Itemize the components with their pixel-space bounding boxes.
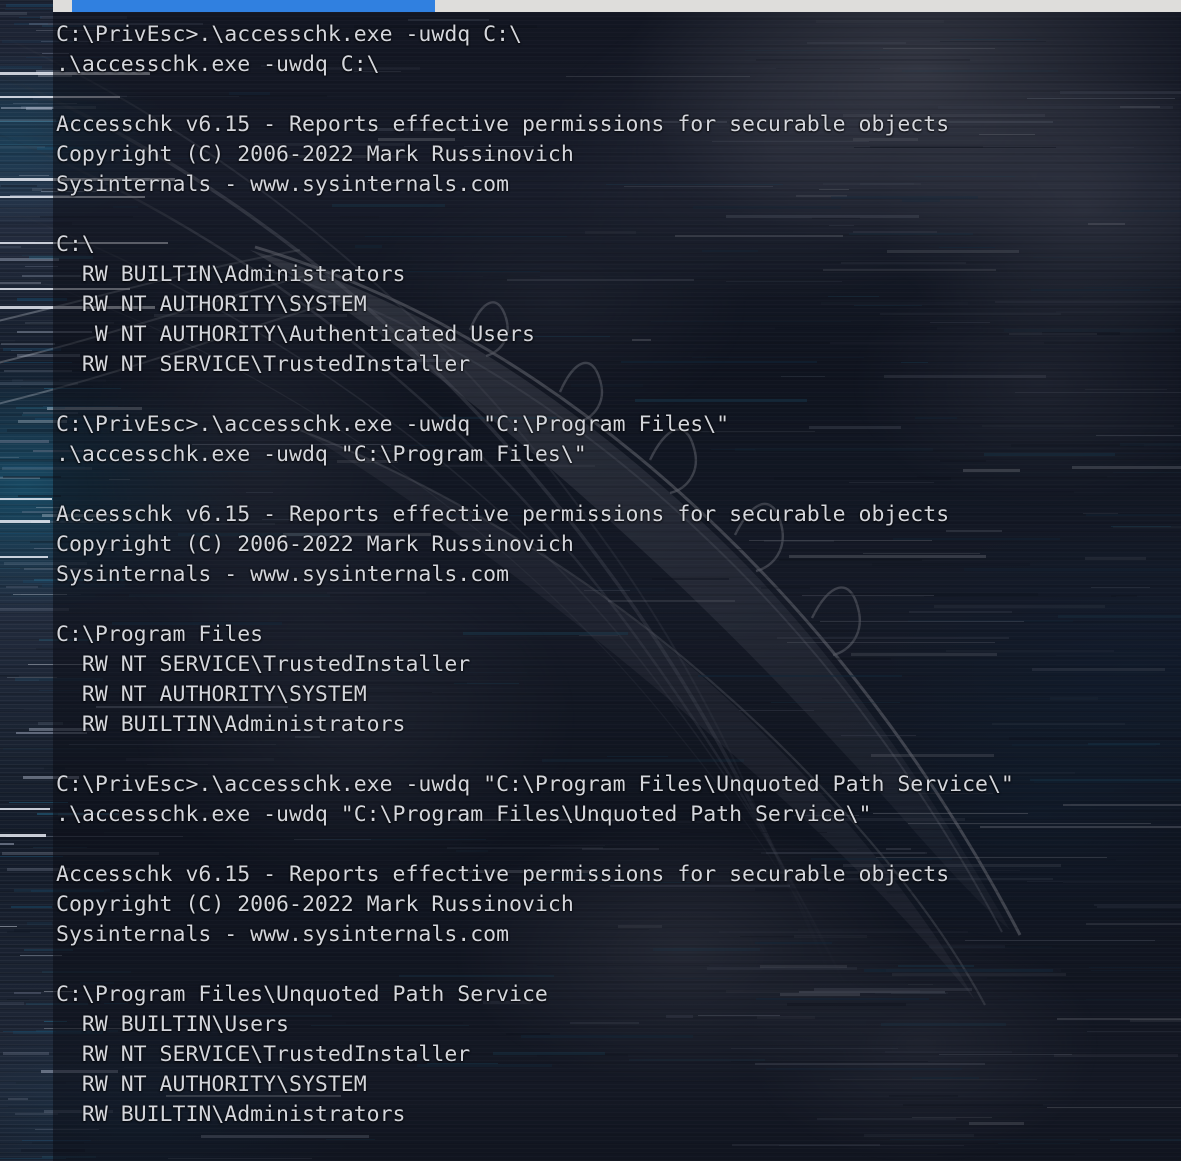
console-line: RW NT AUTHORITY\SYSTEM <box>56 292 367 317</box>
console-line: C:\ <box>56 232 95 257</box>
console-line: RW BUILTIN\Users <box>56 1012 289 1037</box>
progress-fill[interactable] <box>72 0 435 12</box>
console-line: RW NT SERVICE\TrustedInstaller <box>56 1042 471 1067</box>
console-line: RW BUILTIN\Administrators <box>56 1102 406 1127</box>
console-line: Accesschk v6.15 - Reports effective perm… <box>56 862 950 887</box>
console-line: RW NT AUTHORITY\SYSTEM <box>56 682 367 707</box>
console-line: Sysinternals - www.sysinternals.com <box>56 562 510 587</box>
console-line: RW NT AUTHORITY\SYSTEM <box>56 1072 367 1097</box>
console-line: Accesschk v6.15 - Reports effective perm… <box>56 112 950 137</box>
console-line: C:\PrivEsc>.\accesschk.exe -uwdq "C:\Pro… <box>56 772 1014 797</box>
console-line: RW NT SERVICE\TrustedInstaller <box>56 352 471 377</box>
console-line: C:\Program Files\Unquoted Path Service <box>56 982 548 1007</box>
console-line: .\accesschk.exe -uwdq "C:\Program Files\… <box>56 802 872 827</box>
terminal-client-area[interactable]: C:\PrivEsc>.\accesschk.exe -uwdq C:\ .\ac… <box>53 12 1181 1161</box>
console-line: RW NT SERVICE\TrustedInstaller <box>56 652 471 677</box>
console-line: C:\Program Files <box>56 622 264 647</box>
console-output[interactable]: C:\PrivEsc>.\accesschk.exe -uwdq C:\ .\ac… <box>56 20 1181 1161</box>
console-line: Sysinternals - www.sysinternals.com <box>56 922 510 947</box>
console-line: Copyright (C) 2006-2022 Mark Russinovich <box>56 892 574 917</box>
console-line: RW BUILTIN\Administrators <box>56 712 406 737</box>
console-line: RW BUILTIN\Administrators <box>56 262 406 287</box>
console-line: .\accesschk.exe -uwdq "C:\Program Files\… <box>56 442 587 467</box>
console-line: C:\PrivEsc>.\accesschk.exe -uwdq "C:\Pro… <box>56 412 730 437</box>
console-line: Sysinternals - www.sysinternals.com <box>56 172 510 197</box>
console-line: Copyright (C) 2006-2022 Mark Russinovich <box>56 142 574 167</box>
console-line: W NT AUTHORITY\Authenticated Users <box>56 322 535 347</box>
top-progress-bar[interactable] <box>0 0 1181 12</box>
command-prompt-window[interactable]: C:\PrivEsc>.\accesschk.exe -uwdq C:\ .\ac… <box>53 12 1181 1161</box>
console-line: .\accesschk.exe -uwdq C:\ <box>56 52 380 77</box>
console-line: C:\PrivEsc>.\accesschk.exe -uwdq C:\ <box>56 22 522 47</box>
console-line: Accesschk v6.15 - Reports effective perm… <box>56 502 950 527</box>
console-line: Copyright (C) 2006-2022 Mark Russinovich <box>56 532 574 557</box>
